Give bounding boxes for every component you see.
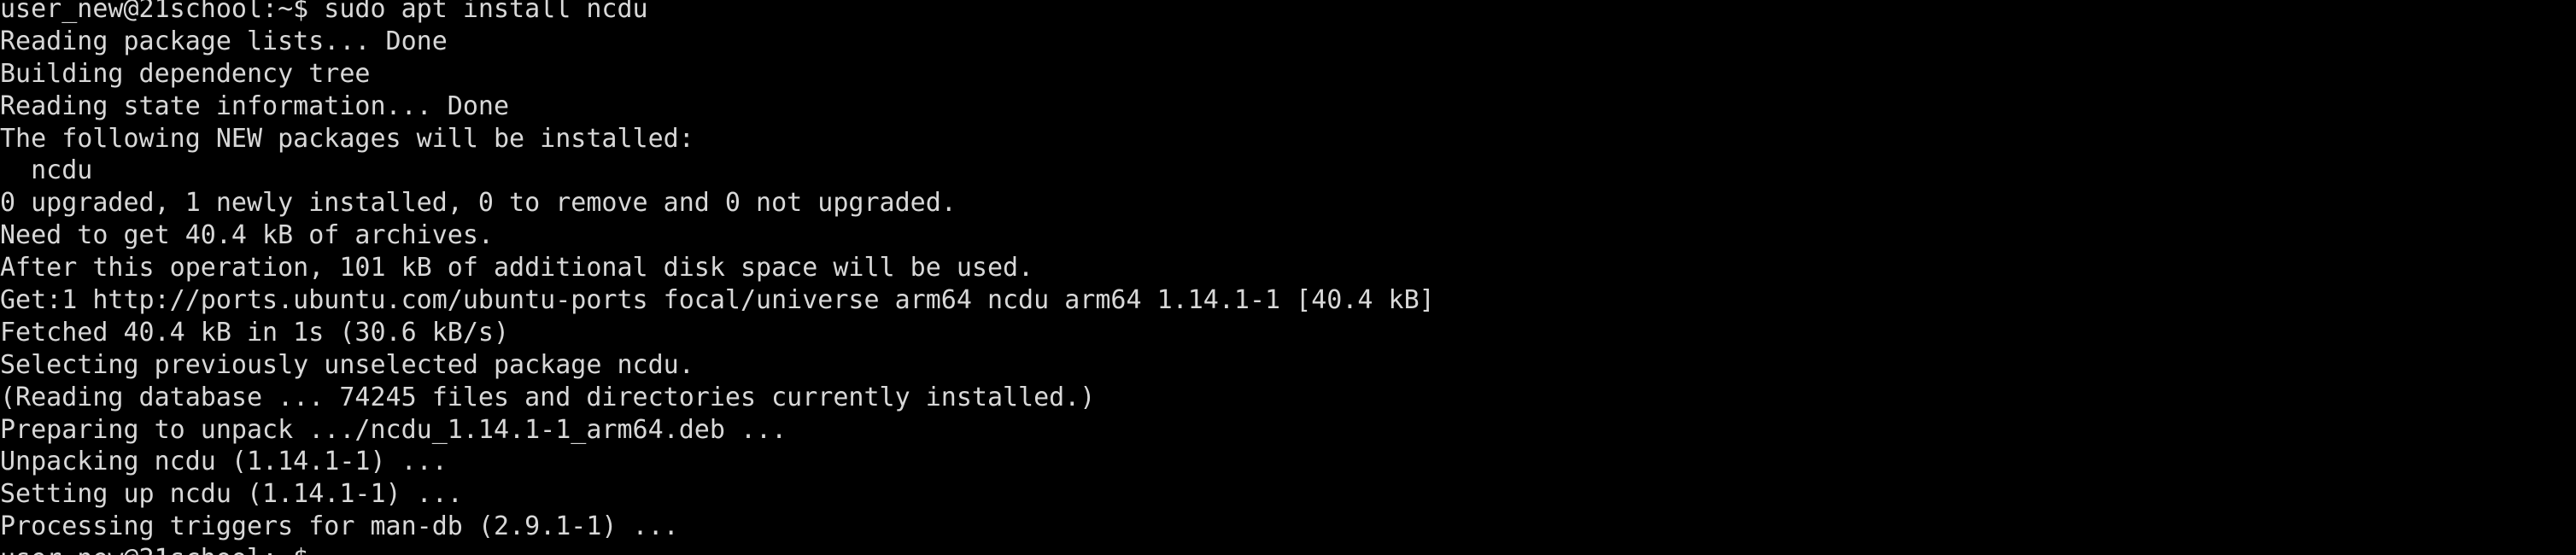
terminal-line: 0 upgraded, 1 newly installed, 0 to remo… xyxy=(0,188,957,219)
terminal-prompt[interactable]: user_new@21school:~$ xyxy=(0,543,1435,555)
terminal-line-command: user_new@21school:~$ sudo apt install nc… xyxy=(0,0,648,24)
terminal-line: Unpacking ncdu (1.14.1-1) ... xyxy=(0,447,448,477)
terminal-output: user_new@21school:~$ sudo apt install nc… xyxy=(0,0,1435,555)
terminal-line: Fetched 40.4 kB in 1s (30.6 kB/s) xyxy=(0,317,510,348)
terminal-line: Get:1 http://ports.ubuntu.com/ubuntu-por… xyxy=(0,285,1435,316)
terminal-line: (Reading database ... 74245 files and di… xyxy=(0,382,1096,412)
terminal-line: Reading package lists... Done xyxy=(0,26,448,56)
terminal-line: After this operation, 101 kB of addition… xyxy=(0,253,1034,283)
terminal-line: Reading state information... Done xyxy=(0,91,510,121)
terminal-line: Selecting previously unselected package … xyxy=(0,349,694,380)
terminal-line: Processing triggers for man-db (2.9.1-1)… xyxy=(0,511,679,542)
terminal-line: Setting up ncdu (1.14.1-1) ... xyxy=(0,479,463,510)
terminal-line: Building dependency tree xyxy=(0,58,371,89)
terminal-line: ncdu xyxy=(0,155,93,186)
terminal-line: Need to get 40.4 kB of archives. xyxy=(0,220,494,251)
terminal-line: Preparing to unpack .../ncdu_1.14.1-1_ar… xyxy=(0,414,787,445)
terminal-window[interactable]: user_new@21school:~$ sudo apt install nc… xyxy=(0,0,2576,555)
terminal-line: The following NEW packages will be insta… xyxy=(0,123,694,154)
